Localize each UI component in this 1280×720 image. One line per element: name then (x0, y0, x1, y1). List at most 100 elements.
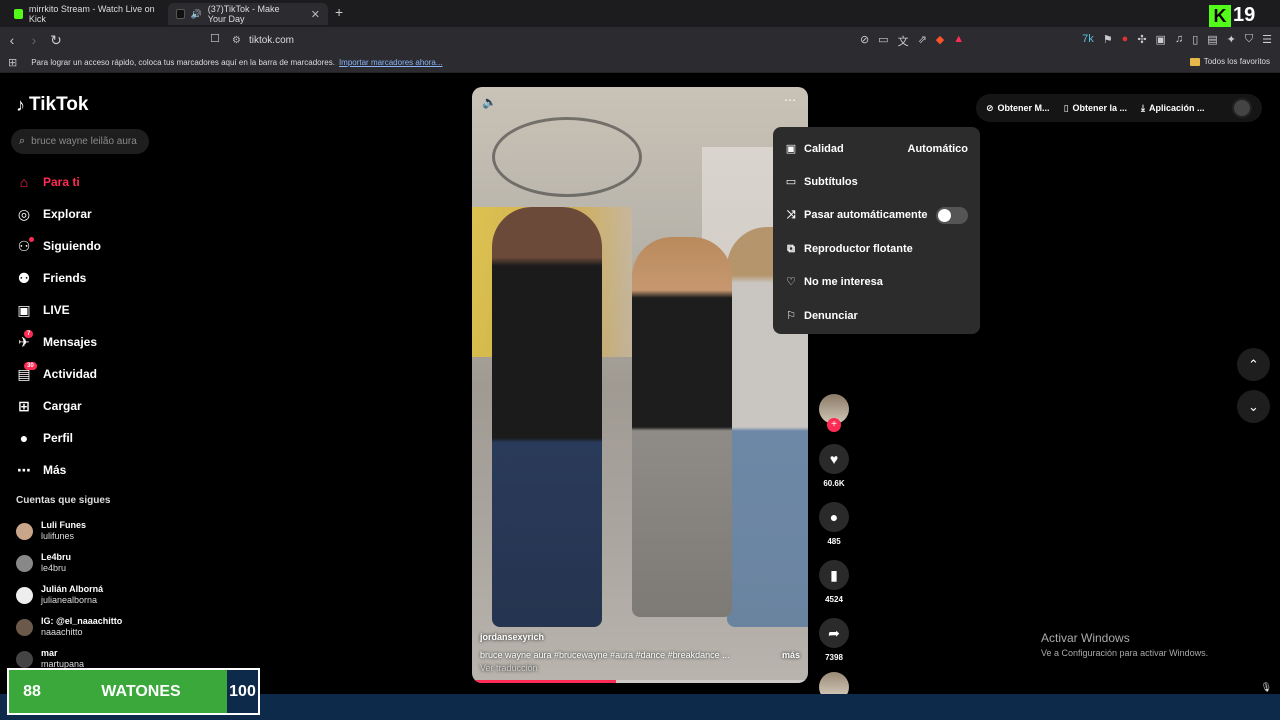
following-item[interactable]: Julián Alborná julianealborna (16, 579, 156, 611)
logo-text: TikTok (29, 94, 89, 115)
following-name: Luli Funes (41, 520, 86, 530)
activation-title: Activar Windows (1041, 631, 1130, 645)
kick-counter: 19 (1233, 4, 1256, 26)
share-button[interactable]: ➦ (819, 618, 849, 648)
share-count: 7398 (825, 653, 843, 662)
sidebar-item-friends[interactable]: ⚉ Friends (16, 262, 156, 294)
sidebar-item-siguiendo[interactable]: ⚇ Siguiendo (16, 230, 156, 262)
comment-button[interactable]: ● (819, 502, 849, 532)
menu-item-floating-player[interactable]: ⧉ Reproductor flotante (773, 232, 980, 265)
heart-icon: ♥ (829, 451, 839, 467)
video-player[interactable]: 🔈 ⋯ jordansexyrich bruce wayne aura #bru… (472, 87, 808, 683)
close-tab-icon[interactable]: ✕ (311, 8, 320, 21)
menu-item-subtitles[interactable]: ▭ Subtítulos (773, 165, 980, 198)
video-username[interactable]: jordansexyrich (480, 632, 800, 642)
extension-icon[interactable]: ● (1122, 33, 1129, 49)
extension-icon[interactable]: ⚑ (1103, 33, 1113, 49)
more-options-icon[interactable]: ⋯ (784, 93, 796, 107)
sidebar-item-mas[interactable]: ⋯ Más (16, 454, 156, 486)
save-button[interactable]: ▮ (819, 560, 849, 590)
menu-item-quality[interactable]: ▣ Calidad Automático (773, 132, 980, 165)
vpn-icon[interactable]: ⛉ (1245, 33, 1253, 49)
wallet-icon[interactable]: ▤ (1207, 33, 1217, 49)
extension-icon[interactable]: ▭ (878, 33, 888, 49)
like-button[interactable]: ♥ (819, 444, 849, 474)
forward-icon[interactable]: › (24, 32, 44, 48)
broken-heart-icon: ♡ (786, 276, 796, 289)
following-item[interactable]: Le4bru le4bru (16, 547, 156, 579)
avatar (16, 522, 33, 540)
sidebar-item-para-ti[interactable]: ⌂ Para ti (16, 166, 156, 198)
tab-tiktok[interactable]: 🔊 (37)TikTok - Make Your Day ✕ (168, 3, 328, 25)
activity-badge: 30 (24, 362, 37, 370)
browser-tab-bar: mirrkito Stream - Watch Live on Kick 🔊 (… (0, 0, 1280, 27)
volume-icon[interactable]: 🔈 (482, 95, 497, 109)
share-arrow-icon: ➦ (828, 625, 840, 641)
menu-item-autoscroll[interactable]: ⤨ Pasar automáticamente (773, 199, 980, 232)
following-item[interactable]: IG: @el_naaachitto naaachitto (16, 611, 156, 643)
scroll-down-button[interactable]: ⌄ (1237, 390, 1270, 423)
get-coins-button[interactable]: ⊘ Obtener M... (986, 103, 1050, 114)
search-icon: ⌕ (19, 135, 26, 147)
sidebar-item-cargar[interactable]: ⊞ Cargar (16, 390, 156, 422)
back-icon[interactable]: ‹ (2, 32, 22, 48)
site-info-icon[interactable]: ⚙ (232, 35, 241, 46)
toggle-knob (938, 208, 951, 222)
desktop-app-button[interactable]: ⤓ Aplicación ... (1141, 103, 1205, 114)
translate-icon[interactable]: 文 (898, 33, 909, 49)
sidebar-item-perfil[interactable]: ● Perfil (16, 422, 156, 454)
new-tab-button[interactable]: + (335, 4, 343, 20)
score-left: 88 (23, 682, 41, 700)
puzzle-icon[interactable]: ✣ (1137, 33, 1146, 49)
sidebar-icon[interactable]: ▯ (1192, 33, 1198, 49)
following-item[interactable]: Luli Funes lulifunes (16, 515, 156, 547)
sidebar-item-explorar[interactable]: ◎ Explorar (16, 198, 156, 230)
menu-icon[interactable]: ☰ (1262, 33, 1272, 49)
reload-icon[interactable]: ↻ (46, 32, 66, 49)
chevron-up-icon: ⌃ (1248, 357, 1259, 372)
brave-shield-icon[interactable]: ◆ (936, 33, 944, 49)
bookmark-icon[interactable]: ☐ (210, 32, 220, 45)
search-bar[interactable]: ⌕ (11, 129, 149, 154)
bookmark-icon: ▮ (830, 567, 838, 583)
import-bookmarks-link[interactable]: Importar marcadores ahora... (339, 58, 443, 67)
notification-dot (29, 237, 34, 242)
menu-item-not-interested[interactable]: ♡ No me interesa (773, 266, 980, 299)
download-icon: ⤓ (1141, 102, 1146, 113)
ai-icon[interactable]: ✦ (1227, 33, 1236, 49)
profile-avatar-icon: ● (19, 430, 29, 446)
url-field[interactable]: ⚙ tiktok.com (232, 31, 952, 49)
sidebar-item-mensajes[interactable]: 7 ✈ Mensajes (16, 326, 156, 358)
extension-icon[interactable]: ▣ (1156, 33, 1166, 49)
video-progress-bar[interactable] (472, 680, 808, 683)
sidebar-item-live[interactable]: ▣ LIVE (16, 294, 156, 326)
folder-icon (1189, 57, 1200, 66)
autoscroll-toggle[interactable] (936, 206, 968, 224)
more-link[interactable]: más (782, 650, 800, 660)
translate-link[interactable]: Ver traducción (480, 663, 800, 673)
extension-icon[interactable]: ⊘ (860, 33, 869, 49)
share-icon[interactable]: ⇗ (918, 33, 927, 49)
get-app-button[interactable]: ▯ Obtener la ... (1064, 103, 1127, 114)
sidebar-item-actividad[interactable]: 30 ▤ Actividad (16, 358, 156, 390)
mic-icon[interactable]: 🎙 (1261, 682, 1272, 693)
rewards-icon[interactable]: ▲ (953, 33, 964, 49)
extension-icon[interactable]: 7k (1082, 33, 1094, 49)
tiktok-logo[interactable]: ♪ TikTok (16, 94, 88, 116)
menu-item-report[interactable]: ⚐ Denunciar (773, 299, 980, 332)
video-actions: + ♥ 60.6K ● 485 ▮ 4524 ➦ 7398 (817, 394, 851, 702)
save-count: 4524 (825, 595, 843, 604)
profile-avatar[interactable] (1232, 98, 1252, 118)
follow-plus-icon[interactable]: + (827, 418, 841, 432)
scroll-up-button[interactable]: ⌃ (1237, 348, 1270, 381)
tab-kick[interactable]: mirrkito Stream - Watch Live on Kick (6, 3, 166, 25)
button-label: Obtener la ... (1072, 103, 1128, 113)
kick-favicon-icon (14, 9, 23, 19)
like-count: 60.6K (823, 479, 845, 488)
music-icon[interactable]: ♫ (1175, 33, 1183, 49)
creator-avatar[interactable]: + (819, 394, 849, 432)
apps-grid-icon[interactable]: ⊞ (8, 56, 17, 69)
search-input[interactable] (31, 136, 142, 147)
all-favorites-folder[interactable]: Todos los favoritos (1189, 57, 1270, 66)
tab-label: (37)TikTok - Make Your Day (207, 4, 280, 24)
